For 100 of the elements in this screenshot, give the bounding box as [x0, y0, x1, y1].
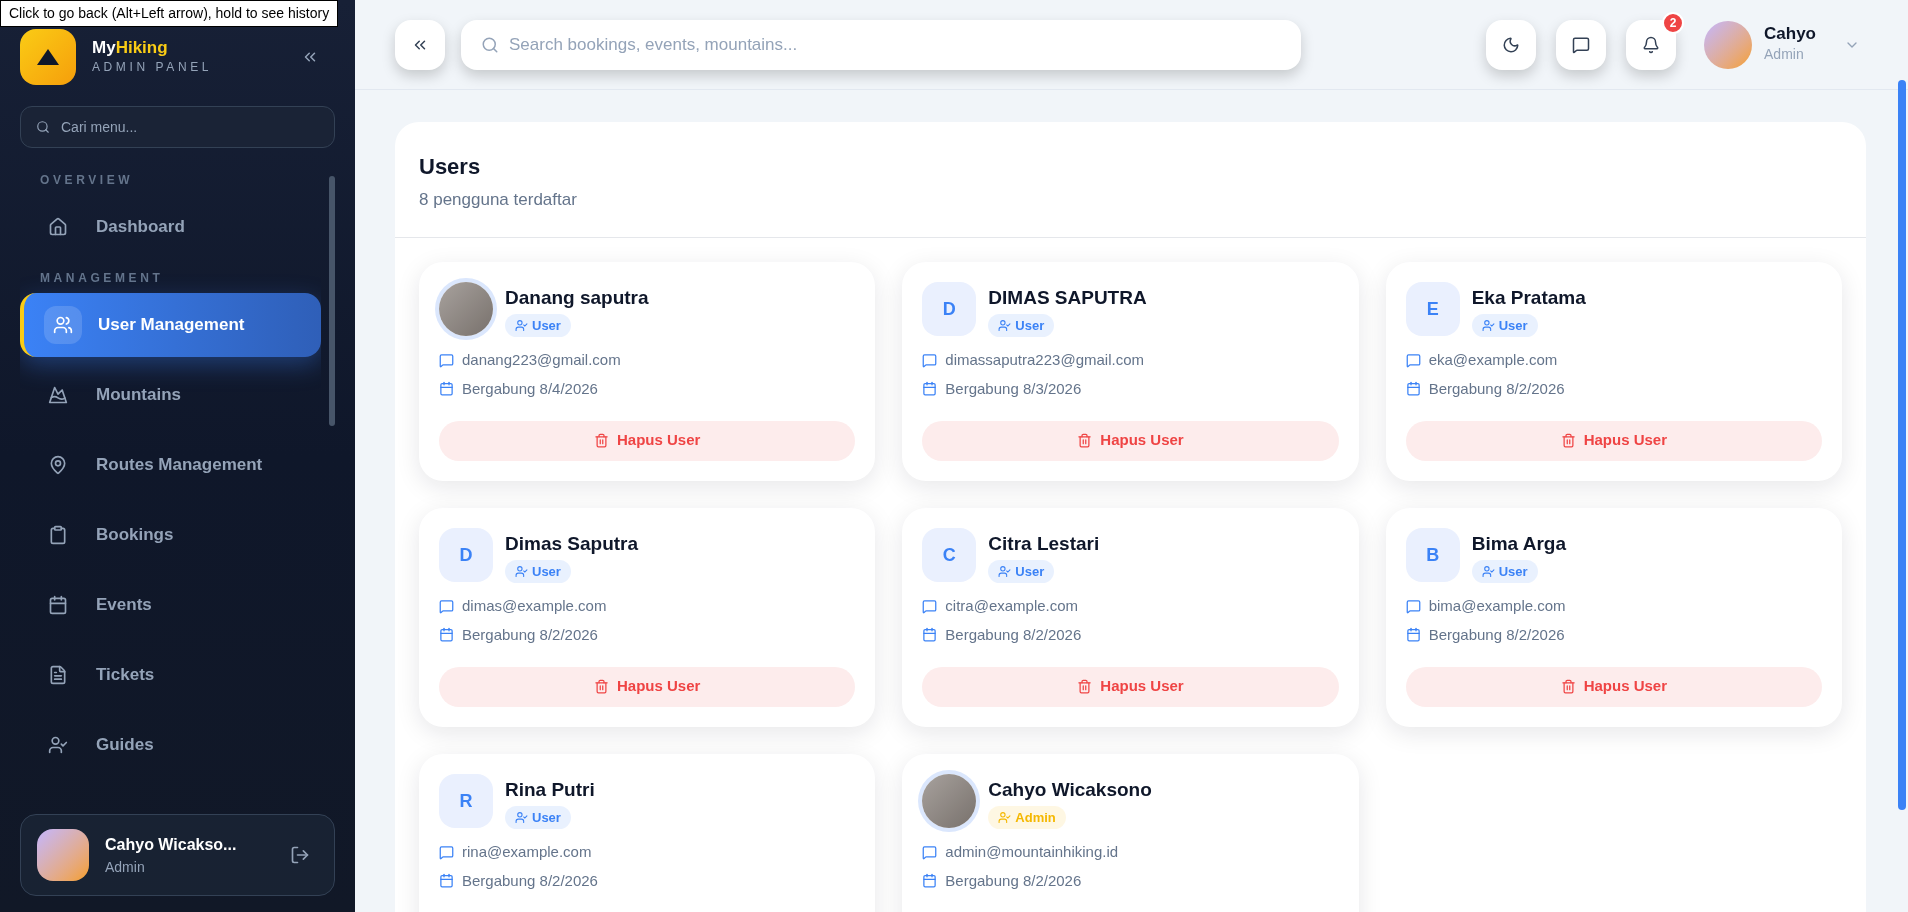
calendar-icon [439, 873, 454, 889]
users-icon [53, 315, 73, 335]
message-icon [922, 598, 938, 614]
user-email: citra@example.com [945, 596, 1079, 616]
initial-avatar: D [922, 281, 977, 336]
calendar-icon [922, 381, 938, 397]
user-email: dimassaputra223@gmail.com [945, 350, 1144, 370]
user-name: Danang saputra [505, 285, 649, 310]
user-menu[interactable]: Cahyo Admin [1704, 20, 1860, 69]
browser-tooltip: Click to go back (Alt+Left arrow), hold to see history [0, 0, 339, 27]
user-email: dimas@example.com [462, 596, 607, 616]
calendar-icon [439, 381, 454, 397]
notification-count: 2 [1662, 11, 1685, 34]
document-icon [48, 665, 68, 685]
trash-icon [593, 679, 609, 694]
join-date: Bergabung 8/2/2026 [1428, 378, 1565, 399]
message-icon [1405, 598, 1421, 614]
sidebar-item[interactable]: Guides [20, 710, 321, 780]
header-user-role: Admin [1764, 45, 1805, 64]
initial-avatar: E [1405, 281, 1460, 336]
profile-name: Cahyo Wicakso... [105, 834, 237, 855]
user-email: admin@mountainhiking.id [945, 842, 1119, 862]
message-icon [922, 844, 938, 860]
join-date: Bergabung 8/2/2026 [945, 870, 1082, 891]
role-badge: User [505, 805, 571, 829]
user-check-icon [1481, 318, 1495, 332]
user-check-icon [515, 810, 528, 824]
user-email: eka@example.com [1428, 350, 1558, 370]
role-badge: User [1471, 313, 1538, 337]
user-name: Eka Pratama [1471, 285, 1586, 310]
search-icon [481, 35, 499, 54]
user-name: Citra Lestari [988, 531, 1100, 556]
user-check-icon [1481, 564, 1495, 578]
calendar-icon [48, 595, 68, 615]
moon-icon [1502, 35, 1521, 54]
message-icon [1572, 35, 1591, 54]
sidebar-item[interactable]: User Management [20, 293, 321, 357]
trash-icon [1560, 433, 1576, 448]
sidebar-item[interactable]: Tickets [20, 640, 321, 710]
avatar-photo-placeholder [922, 773, 977, 828]
user-check-icon [515, 564, 528, 578]
role-badge: Admin [988, 805, 1066, 829]
brand-subtitle: ADMIN PANEL [92, 59, 213, 76]
user-email: rina@example.com [462, 842, 592, 862]
avatar-photo-placeholder [439, 281, 493, 336]
logout-icon[interactable] [290, 845, 310, 865]
mountain-logo-icon [37, 49, 59, 65]
panel-subtitle: 8 pengguna terdaftar [419, 189, 578, 211]
join-date: Bergabung 8/2/2026 [945, 624, 1082, 645]
message-icon [922, 352, 938, 368]
user-check-icon [998, 564, 1012, 578]
home-icon [48, 217, 68, 237]
initial-avatar: R [439, 773, 493, 828]
user-name: DIMAS SAPUTRA [988, 285, 1147, 310]
message-icon [439, 598, 454, 614]
join-date: Bergabung 8/2/2026 [462, 870, 598, 891]
join-date: Bergabung 8/2/2026 [462, 624, 598, 645]
role-badge: User [988, 313, 1055, 337]
trash-icon [1077, 433, 1093, 448]
global-search-field[interactable]: Search bookings, events, mountains... [461, 19, 1301, 70]
user-check-icon [998, 318, 1012, 332]
calendar-icon [1405, 381, 1421, 397]
theme-toggle-button[interactable] [1486, 19, 1537, 70]
sidebar-item[interactable]: Mountains [20, 360, 321, 430]
sidebar-item[interactable]: Routes Management [20, 430, 321, 500]
sidebar-item[interactable]: Dashboard [20, 192, 321, 262]
message-icon [439, 844, 454, 860]
calendar-icon [1405, 627, 1421, 643]
brand-name: MyHiking [92, 38, 169, 58]
section-heading: OVERVIEW [39, 172, 135, 189]
calendar-icon [922, 627, 938, 643]
trash-icon [1077, 679, 1093, 694]
sidebar-item[interactable]: Events [20, 570, 321, 640]
initial-avatar: B [1405, 527, 1460, 582]
header-user-name: Cahyo [1764, 24, 1816, 44]
trash-icon [1560, 679, 1576, 694]
user-name: Rina Putri [505, 777, 595, 802]
bell-icon [1642, 35, 1661, 54]
user-email: bima@example.com [1428, 596, 1566, 616]
user-check-icon [998, 810, 1012, 824]
messages-button[interactable] [1556, 19, 1607, 70]
user-name: Cahyo Wicaksono [988, 777, 1152, 802]
mountain-icon [48, 385, 68, 405]
join-date: Bergabung 8/4/2026 [462, 378, 598, 399]
join-date: Bergabung 8/3/2026 [945, 378, 1082, 399]
role-badge: User [988, 559, 1055, 583]
calendar-icon [922, 873, 938, 889]
trash-icon [593, 433, 609, 448]
sidebar-item[interactable]: Bookings [20, 500, 321, 570]
notifications-button[interactable] [1626, 19, 1677, 70]
user-name: Dimas Saputra [505, 531, 639, 556]
map-pin-icon [48, 455, 68, 475]
role-badge: User [505, 313, 571, 337]
menu-search-field[interactable]: Cari menu... [20, 106, 335, 148]
search-icon [36, 120, 50, 134]
role-badge: User [505, 559, 571, 583]
initial-avatar: C [922, 527, 977, 582]
message-icon [1405, 352, 1421, 368]
avatar-photo-placeholder [37, 829, 89, 881]
profile-role: Admin [105, 857, 146, 877]
